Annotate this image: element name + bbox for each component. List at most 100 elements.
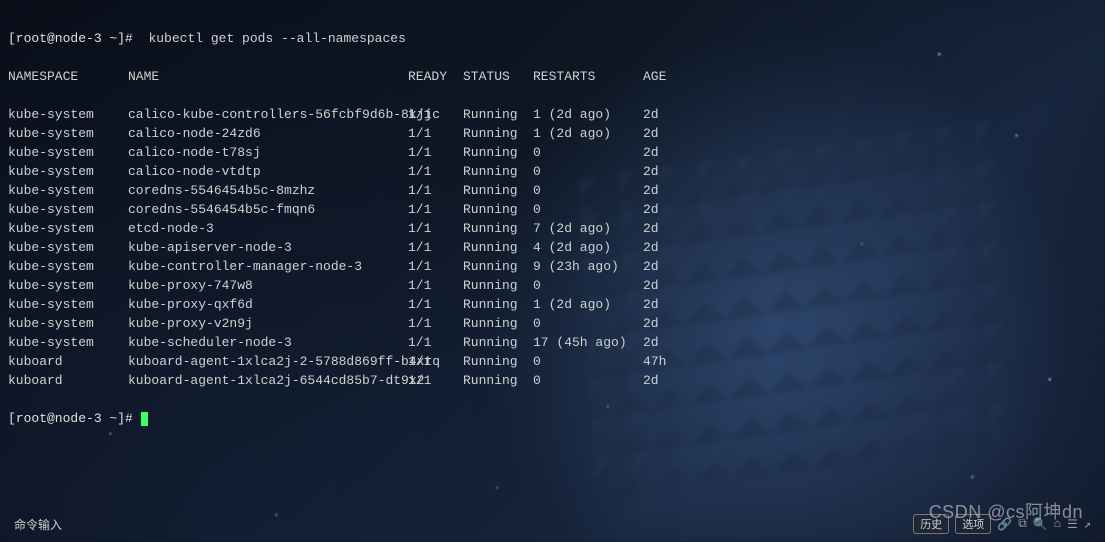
cell-name: kube-proxy-qxf6d (128, 295, 408, 314)
cell-restarts: 4 (2d ago) (533, 238, 643, 257)
cell-restarts: 17 (45h ago) (533, 333, 643, 352)
cell-restarts: 0 (533, 143, 643, 162)
cell-ready: 1/1 (408, 352, 463, 371)
cell-age: 2d (643, 238, 693, 257)
table-row: kube-systemkube-proxy-qxf6d1/1Running1 (… (8, 295, 1097, 314)
cell-age: 2d (643, 143, 693, 162)
cell-restarts: 1 (2d ago) (533, 295, 643, 314)
table-row: kube-systemcalico-node-24zd61/1Running1 … (8, 124, 1097, 143)
cell-age: 2d (643, 124, 693, 143)
cell-ready: 1/1 (408, 143, 463, 162)
cell-status: Running (463, 219, 533, 238)
cell-name: calico-kube-controllers-56fcbf9d6b-8kjjc (128, 105, 408, 124)
table-row: kube-systemkube-controller-manager-node-… (8, 257, 1097, 276)
cell-name: kube-scheduler-node-3 (128, 333, 408, 352)
cell-restarts: 0 (533, 276, 643, 295)
cell-ready: 1/1 (408, 371, 463, 390)
cell-restarts: 1 (2d ago) (533, 124, 643, 143)
cell-namespace: kube-system (8, 143, 128, 162)
cell-namespace: kuboard (8, 371, 128, 390)
cell-name: kube-controller-manager-node-3 (128, 257, 408, 276)
cell-ready: 1/1 (408, 333, 463, 352)
cell-ready: 1/1 (408, 276, 463, 295)
table-row: kube-systemkube-apiserver-node-31/1Runni… (8, 238, 1097, 257)
cell-namespace: kube-system (8, 219, 128, 238)
header-namespace: NAMESPACE (8, 67, 128, 86)
cell-namespace: kube-system (8, 162, 128, 181)
command-line: [root@node-3 ~]# kubectl get pods --all-… (8, 29, 1097, 48)
cell-age: 2d (643, 219, 693, 238)
cell-ready: 1/1 (408, 162, 463, 181)
cell-ready: 1/1 (408, 105, 463, 124)
cell-age: 2d (643, 105, 693, 124)
prompt-2: [root@node-3 ~]# (8, 409, 133, 428)
cell-namespace: kube-system (8, 124, 128, 143)
cell-restarts: 0 (533, 371, 643, 390)
cell-age: 2d (643, 314, 693, 333)
cell-age: 2d (643, 276, 693, 295)
cell-age: 2d (643, 333, 693, 352)
cell-ready: 1/1 (408, 314, 463, 333)
header-name: NAME (128, 67, 408, 86)
cell-restarts: 1 (2d ago) (533, 105, 643, 124)
cell-ready: 1/1 (408, 124, 463, 143)
cell-restarts: 9 (23h ago) (533, 257, 643, 276)
cell-namespace: kube-system (8, 181, 128, 200)
cell-age: 2d (643, 200, 693, 219)
cell-restarts: 0 (533, 352, 643, 371)
cell-ready: 1/1 (408, 219, 463, 238)
table-row: kube-systemcalico-kube-controllers-56fcb… (8, 105, 1097, 124)
cell-ready: 1/1 (408, 181, 463, 200)
cell-ready: 1/1 (408, 257, 463, 276)
cell-name: etcd-node-3 (128, 219, 408, 238)
cell-restarts: 0 (533, 181, 643, 200)
cell-age: 2d (643, 181, 693, 200)
cell-age: 47h (643, 352, 693, 371)
cell-restarts: 0 (533, 314, 643, 333)
cell-status: Running (463, 352, 533, 371)
table-row: kuboardkuboard-agent-1xlca2j-2-5788d869f… (8, 352, 1097, 371)
cell-namespace: kube-system (8, 276, 128, 295)
cell-status: Running (463, 162, 533, 181)
table-row: kube-systemcalico-node-vtdtp1/1Running02… (8, 162, 1097, 181)
header-age: AGE (643, 67, 693, 86)
terminal-output[interactable]: [root@node-3 ~]# kubectl get pods --all-… (0, 0, 1105, 457)
cursor-icon (141, 412, 148, 426)
cell-namespace: kube-system (8, 314, 128, 333)
command-input-hint[interactable]: 命令输入 (14, 516, 62, 533)
cell-age: 2d (643, 371, 693, 390)
prompt-line-2: [root@node-3 ~]# (8, 409, 1097, 428)
cell-age: 2d (643, 257, 693, 276)
cell-age: 2d (643, 162, 693, 181)
cell-status: Running (463, 314, 533, 333)
table-row: kube-systemkube-proxy-747w81/1Running02d (8, 276, 1097, 295)
cell-name: calico-node-vtdtp (128, 162, 408, 181)
header-ready: READY (408, 67, 463, 86)
table-header: NAMESPACENAMEREADYSTATUSRESTARTSAGE (8, 67, 1097, 86)
cell-status: Running (463, 333, 533, 352)
table-row: kube-systemcoredns-5546454b5c-8mzhz1/1Ru… (8, 181, 1097, 200)
cell-ready: 1/1 (408, 295, 463, 314)
cell-name: coredns-5546454b5c-8mzhz (128, 181, 408, 200)
cell-name: calico-node-24zd6 (128, 124, 408, 143)
expand-icon[interactable]: ↗ (1084, 517, 1091, 532)
table-row: kube-systemetcd-node-31/1Running7 (2d ag… (8, 219, 1097, 238)
table-row: kube-systemkube-scheduler-node-31/1Runni… (8, 333, 1097, 352)
table-row: kube-systemcoredns-5546454b5c-fmqn61/1Ru… (8, 200, 1097, 219)
cell-name: coredns-5546454b5c-fmqn6 (128, 200, 408, 219)
watermark-text: CSDN @cs阿坤dn (929, 498, 1083, 524)
cell-status: Running (463, 181, 533, 200)
cell-status: Running (463, 124, 533, 143)
cell-name: kuboard-agent-1xlca2j-2-5788d869ff-b4xrq (128, 352, 408, 371)
table-row: kube-systemkube-proxy-v2n9j1/1Running02d (8, 314, 1097, 333)
cell-ready: 1/1 (408, 200, 463, 219)
cell-namespace: kube-system (8, 333, 128, 352)
cell-age: 2d (643, 295, 693, 314)
prompt-1: [root@node-3 ~]# (8, 29, 133, 48)
cell-status: Running (463, 295, 533, 314)
cell-status: Running (463, 105, 533, 124)
cell-namespace: kube-system (8, 295, 128, 314)
cell-name: calico-node-t78sj (128, 143, 408, 162)
cell-namespace: kube-system (8, 200, 128, 219)
header-status: STATUS (463, 67, 533, 86)
